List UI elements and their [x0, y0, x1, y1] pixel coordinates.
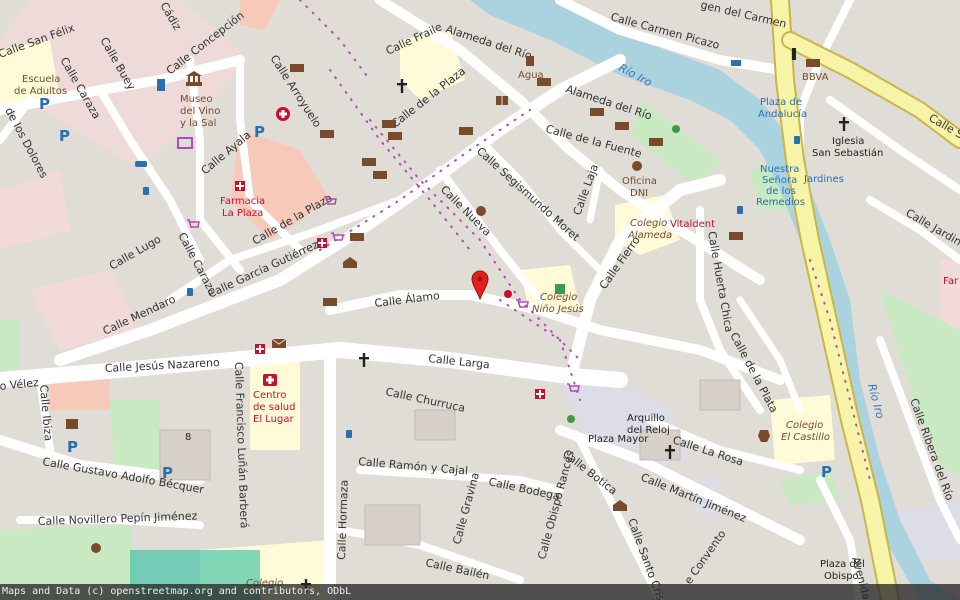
- bus-stop-icon: [794, 136, 800, 144]
- playground-icon: [672, 125, 680, 133]
- parking-icon: P: [59, 127, 70, 145]
- atm-icon: [649, 138, 663, 146]
- atm-icon: [323, 298, 337, 306]
- parking-icon: P: [162, 464, 173, 482]
- atm-icon: [459, 127, 473, 135]
- bank-icon: [806, 59, 820, 67]
- atm-icon: [373, 171, 387, 179]
- police-icon: [632, 161, 642, 171]
- atm-icon: [290, 64, 304, 72]
- parking-icon: P: [254, 123, 265, 141]
- bus-stop-icon: [187, 288, 193, 296]
- bus-stop-icon: [143, 187, 149, 195]
- poi-escuela: Escuela de Adultos: [14, 74, 67, 97]
- taxi-icon: [135, 161, 147, 167]
- poi-plaza-mayor: Plaza Mayor: [588, 434, 649, 445]
- poi-plaza-obispo: Plaza del Obispo: [820, 559, 865, 582]
- atm-icon: [615, 122, 629, 130]
- map-attribution: Maps and Data (c) openstreetmap.org and …: [0, 584, 960, 600]
- pharmacy-icon: [535, 389, 545, 399]
- pharmacy-icon: [235, 181, 245, 191]
- playground-icon: [567, 415, 575, 423]
- vet-icon: [504, 290, 512, 298]
- parking-icon: P: [67, 438, 78, 456]
- drinking-water-icon: [526, 56, 534, 66]
- atm-icon: [590, 108, 604, 116]
- svg-text:P: P: [59, 127, 70, 145]
- map-canvas[interactable]: Calle San Félix Calle Concepción Calle B…: [0, 0, 960, 600]
- pharmacy-icon: [255, 344, 265, 354]
- svg-text:P: P: [39, 95, 50, 113]
- book-icon: [496, 96, 508, 105]
- post-icon: [271, 338, 287, 348]
- atm-icon: [729, 232, 743, 240]
- atm-icon: [537, 78, 551, 86]
- hotel-icon: [731, 60, 741, 66]
- svg-text:P: P: [162, 464, 173, 482]
- parking-icon: P: [39, 95, 50, 113]
- hospital-icon: [276, 107, 290, 121]
- poi-bbva: BBVA: [802, 72, 829, 83]
- atm-icon: [382, 120, 396, 128]
- atm-icon: [350, 233, 364, 241]
- monument-icon: [792, 48, 796, 60]
- poi-far-right: Far: [943, 276, 959, 287]
- poi-colegio-alameda: Colegio Alameda: [627, 218, 672, 241]
- atm-icon: [388, 132, 402, 140]
- atm-icon: [362, 158, 376, 166]
- bus-stop-icon: [737, 206, 743, 214]
- svg-text:P: P: [821, 463, 832, 481]
- poi-colegio-nino: Colegio Niño Jesús: [532, 292, 584, 315]
- scale-icon: [66, 419, 78, 429]
- fountain-icon: [91, 543, 101, 553]
- poi-jardines: Jardines: [803, 174, 844, 185]
- house-number: 8: [185, 432, 191, 443]
- parking-icon: P: [821, 463, 832, 481]
- health-centre-icon: [263, 374, 277, 386]
- poi-plaza-andalucia: Plaza de Andalucía: [758, 97, 807, 120]
- poi-colegio-castillo: Colegio El Castillo: [781, 420, 830, 443]
- pharmacy-icon: [317, 238, 327, 248]
- school-icon: [555, 284, 565, 294]
- svg-text:P: P: [254, 123, 265, 141]
- bus-stop-icon: [346, 430, 352, 438]
- poi-vitaldent: Vitaldent: [670, 219, 715, 230]
- poi-farmacia: Farmacia La Plaza: [220, 196, 265, 219]
- atm-icon: [320, 130, 334, 138]
- fuel-icon: [157, 79, 165, 91]
- svg-text:P: P: [67, 438, 78, 456]
- poi-arquillo: Arquillo del Reloj: [627, 413, 670, 436]
- theatre-icon: [476, 206, 486, 216]
